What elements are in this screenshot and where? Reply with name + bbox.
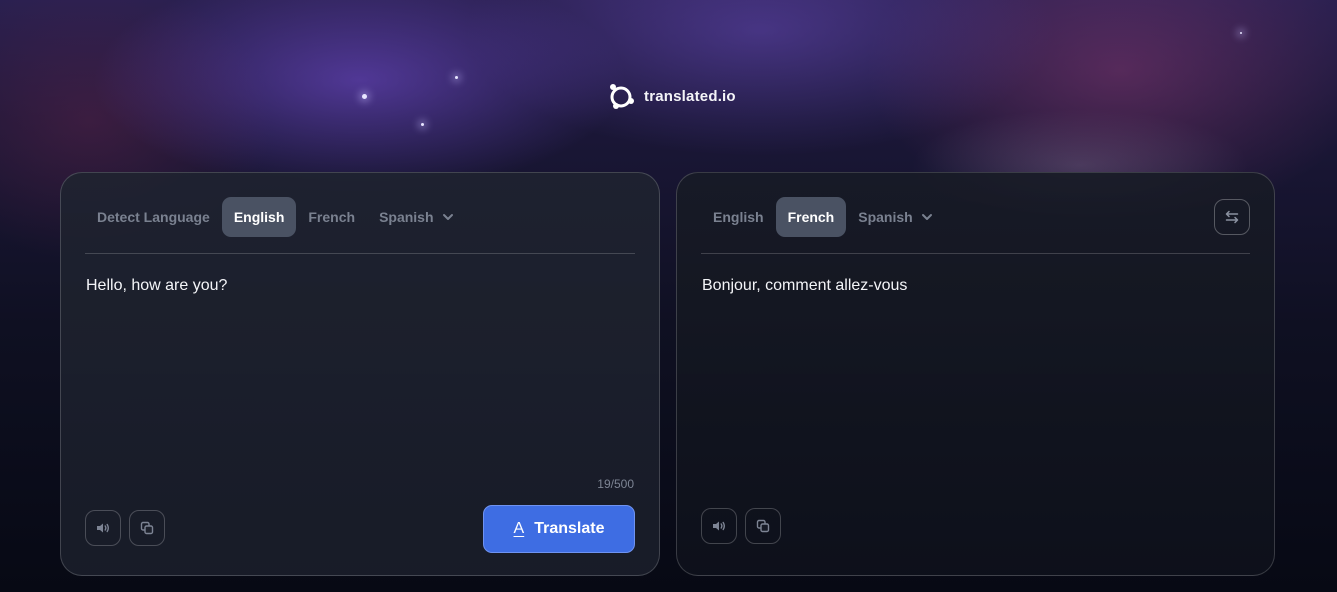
source-tab-english[interactable]: English (221, 197, 297, 237)
source-tab-label: Detect Language (97, 209, 210, 225)
target-speak-button[interactable] (701, 508, 737, 544)
target-language-tabs: English French Spanish (701, 197, 945, 237)
source-copy-button[interactable] (129, 510, 165, 546)
translate-button[interactable]: A Translate (483, 505, 635, 553)
translate-icon: A (513, 520, 525, 537)
target-tab-label: English (713, 209, 764, 225)
target-tab-label: French (787, 209, 835, 225)
translate-button-label: Translate (534, 520, 605, 537)
target-tab-french[interactable]: French (775, 197, 847, 237)
speaker-icon (97, 523, 109, 533)
source-tab-label: Spanish (379, 209, 434, 225)
source-tab-label: English (233, 209, 285, 225)
target-tab-label: Spanish (858, 209, 913, 225)
background-star (362, 94, 367, 99)
target-text-output: Bonjour, comment allez-vous (702, 277, 908, 294)
source-tab-detect-language[interactable]: Detect Language (85, 197, 222, 237)
background-star (455, 76, 458, 79)
background-star (1240, 32, 1242, 34)
source-divider (85, 253, 635, 254)
swap-icon (1225, 210, 1239, 224)
source-tab-spanish[interactable]: Spanish (367, 197, 465, 237)
logo-icon (610, 84, 634, 109)
swap-languages-button[interactable] (1214, 199, 1250, 235)
background-star (421, 123, 424, 126)
source-speak-button[interactable] (85, 510, 121, 546)
source-panel: Detect Language English French Spanish H… (60, 172, 660, 576)
speaker-icon (713, 521, 725, 531)
chevron-down-icon[interactable] (442, 211, 454, 223)
brand-logo[interactable]: translated.io (608, 82, 736, 110)
target-copy-button[interactable] (745, 508, 781, 544)
source-tab-label: French (308, 209, 356, 225)
target-divider (701, 253, 1250, 254)
chevron-down-icon[interactable] (921, 211, 933, 223)
copy-icon (756, 519, 770, 533)
brand-name: translated.io (644, 87, 736, 105)
target-tab-spanish[interactable]: Spanish (846, 197, 944, 237)
character-counter: 19/500 (597, 477, 634, 491)
source-language-tabs: Detect Language English French Spanish (85, 197, 466, 237)
source-tab-french[interactable]: French (296, 197, 367, 237)
target-panel: English French Spanish Bonjour, comment … (676, 172, 1275, 576)
target-tab-english[interactable]: English (701, 197, 776, 237)
copy-icon (140, 521, 154, 535)
source-text-input[interactable]: Hello, how are you? (86, 277, 635, 295)
